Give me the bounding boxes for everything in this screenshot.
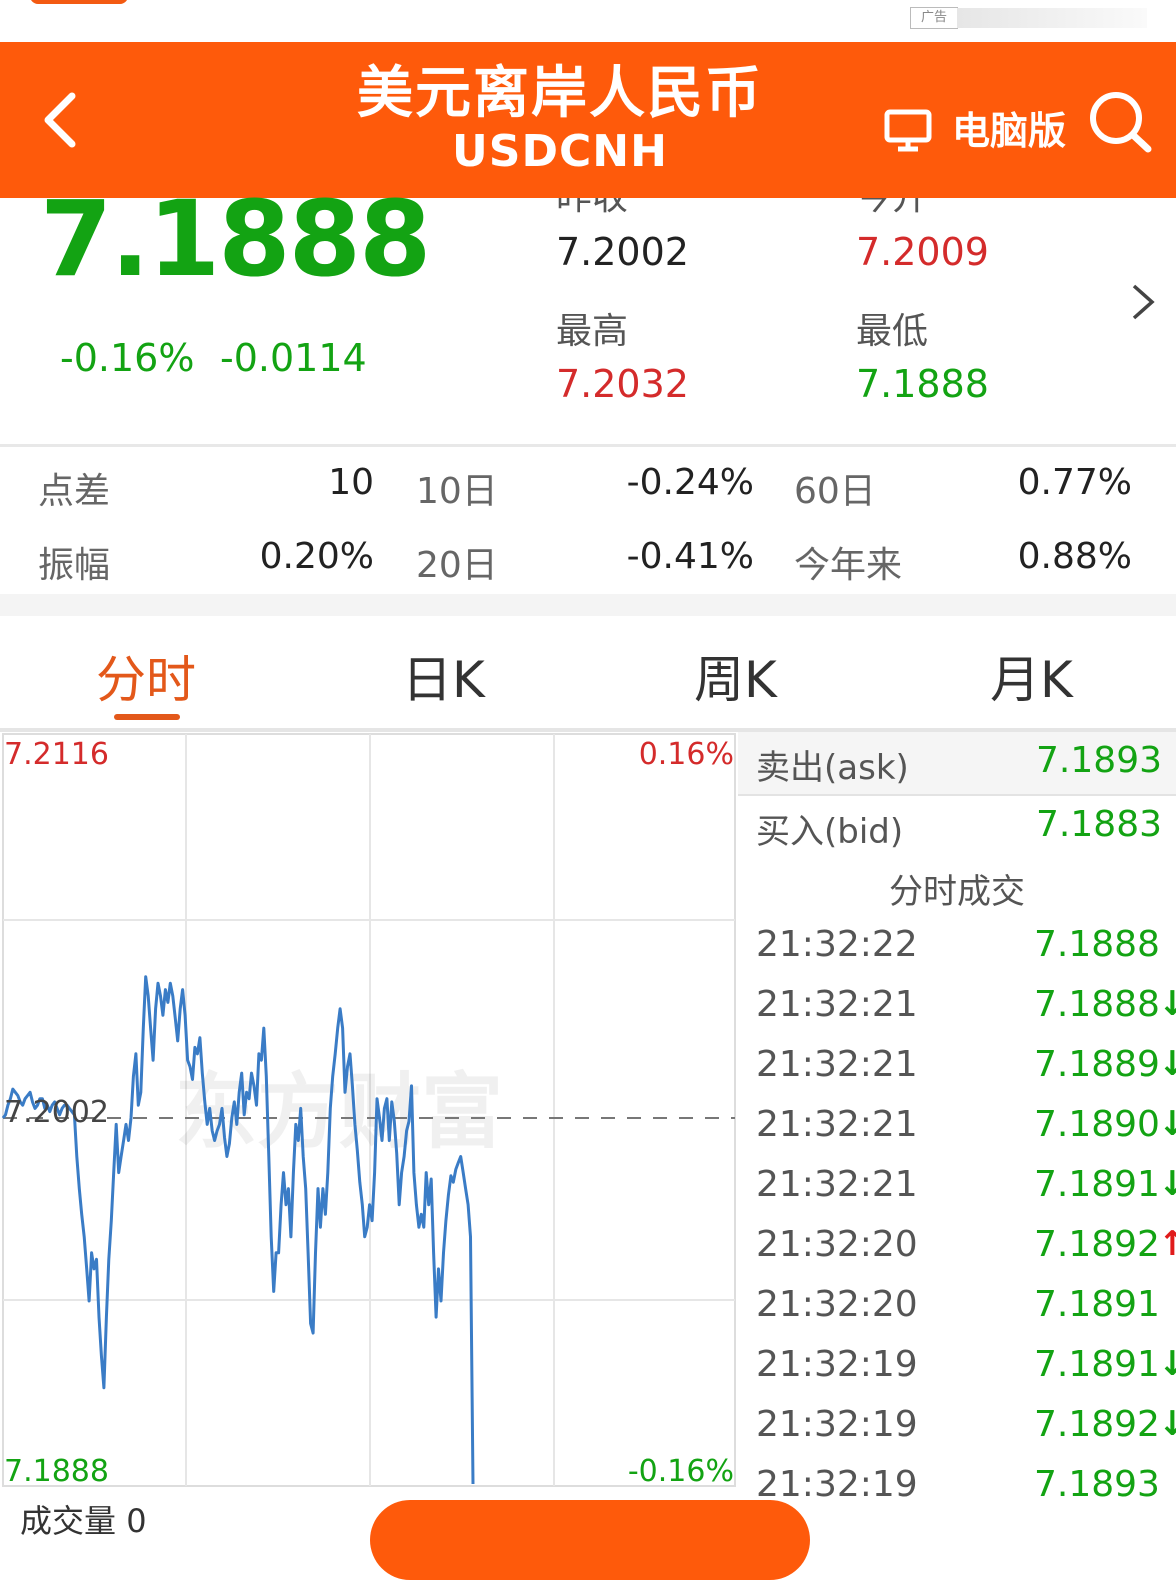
trade-price: 7.1888 bbox=[1034, 924, 1160, 965]
trade-price: 7.1891 bbox=[1034, 1284, 1160, 1325]
ask-label: 卖出(ask) bbox=[756, 748, 909, 788]
y-min-label: 7.1888 bbox=[4, 1454, 109, 1488]
trade-direction-icon: ↓ bbox=[1158, 1404, 1176, 1444]
trade-row: 21:32:22 7.1888 bbox=[738, 924, 1176, 984]
trade-direction-icon: ↑ bbox=[1158, 1224, 1176, 1264]
open-value: 7.2009 bbox=[856, 230, 989, 274]
trade-row: 21:32:19 7.1891 ↓ bbox=[738, 1344, 1176, 1404]
ad-tag: 广告 bbox=[910, 7, 958, 29]
trade-price: 7.1889 bbox=[1034, 1044, 1160, 1085]
quote-side-panel: 卖出(ask) 7.1893 买入(bid) 7.1883 分时成交 21:32… bbox=[738, 732, 1176, 1527]
trade-price: 7.1888 bbox=[1034, 984, 1160, 1025]
pct-max-label: 0.16% bbox=[639, 737, 734, 772]
ask-value: 7.1893 bbox=[1036, 740, 1162, 781]
intraday-chart[interactable]: 东方财富 7.2116 0.16% 7.2002 7.1888 -0.16% bbox=[0, 732, 738, 1489]
d20-value: -0.41% bbox=[626, 536, 754, 577]
spread-value: 10 bbox=[328, 462, 374, 503]
trade-row: 21:32:21 7.1889 ↓ bbox=[738, 1044, 1176, 1104]
d20-label: 20日 bbox=[416, 545, 498, 586]
trade-time: 21:32:20 bbox=[756, 1224, 918, 1265]
ad-banner[interactable] bbox=[957, 8, 1147, 28]
y-mid-label: 7.2002 bbox=[4, 1095, 109, 1130]
d10-label: 10日 bbox=[416, 471, 498, 512]
ad-bar: 广告 bbox=[0, 0, 1176, 42]
trade-row: 21:32:20 7.1891 bbox=[738, 1284, 1176, 1344]
high-value: 7.2032 bbox=[556, 362, 689, 406]
trade-time: 21:32:21 bbox=[756, 1044, 918, 1085]
action-button[interactable] bbox=[370, 1500, 810, 1580]
d60-value: 0.77% bbox=[1017, 462, 1132, 503]
ask-row: 卖出(ask) 7.1893 bbox=[738, 732, 1176, 796]
trades-title: 分时成交 bbox=[889, 872, 1025, 912]
chevron-right-icon[interactable] bbox=[1128, 280, 1158, 324]
trade-time: 21:32:22 bbox=[756, 924, 918, 965]
amplitude-value: 0.20% bbox=[259, 536, 374, 577]
trade-price: 7.1892 bbox=[1034, 1404, 1160, 1445]
trade-price: 7.1891 bbox=[1034, 1164, 1160, 1205]
bid-label: 买入(bid) bbox=[756, 812, 904, 852]
low-label: 最低 bbox=[856, 311, 929, 352]
trade-price: 7.1890 bbox=[1034, 1104, 1160, 1145]
divider bbox=[0, 444, 1176, 447]
volume-value: 0 bbox=[126, 1502, 147, 1540]
trade-row: 21:32:19 7.1892 ↓ bbox=[738, 1404, 1176, 1464]
tab-daily-k[interactable]: 日K bbox=[402, 640, 485, 712]
last-price: 7.1888 bbox=[40, 178, 431, 300]
active-tab-indicator bbox=[114, 714, 180, 720]
change-percent: -0.16% bbox=[60, 336, 195, 380]
trade-time: 21:32:21 bbox=[756, 1164, 918, 1205]
trade-time: 21:32:19 bbox=[756, 1464, 918, 1505]
trade-time: 21:32:21 bbox=[756, 1104, 918, 1145]
trade-row: 21:32:20 7.1892 ↑ bbox=[738, 1224, 1176, 1284]
desktop-version-link[interactable]: 电脑版 bbox=[952, 100, 1066, 155]
spread-label: 点差 bbox=[38, 471, 111, 512]
trade-direction-icon: ↓ bbox=[1158, 1344, 1176, 1384]
trade-time: 21:32:19 bbox=[756, 1404, 918, 1445]
trade-row: 21:32:21 7.1891 ↓ bbox=[738, 1164, 1176, 1224]
trade-time: 21:32:20 bbox=[756, 1284, 918, 1325]
trade-price: 7.1891 bbox=[1034, 1344, 1160, 1385]
amplitude-label: 振幅 bbox=[38, 545, 111, 586]
ad-button[interactable] bbox=[30, 0, 128, 4]
volume-label-text: 成交量 bbox=[20, 1502, 117, 1540]
trade-time: 21:32:21 bbox=[756, 984, 918, 1025]
d60-label: 60日 bbox=[794, 471, 876, 512]
y-max-label: 7.2116 bbox=[4, 737, 109, 772]
low-value: 7.1888 bbox=[856, 362, 989, 406]
trade-direction-icon: ↓ bbox=[1158, 1044, 1176, 1084]
change-value: -0.0114 bbox=[220, 336, 367, 380]
tab-weekly-k[interactable]: 周K bbox=[694, 640, 777, 712]
trade-direction-icon: ↓ bbox=[1158, 1164, 1176, 1204]
pct-min-label: -0.16% bbox=[628, 1454, 734, 1488]
desktop-icon[interactable] bbox=[884, 108, 932, 152]
section-separator bbox=[0, 594, 1176, 616]
trade-direction-icon: ↓ bbox=[1158, 984, 1176, 1024]
chart-canvas: 东方财富 7.2116 0.16% 7.2002 7.1888 -0.16% bbox=[1, 733, 736, 1489]
trade-row: 21:32:19 7.1893 bbox=[738, 1464, 1176, 1524]
volume-label: 成交量 0 bbox=[20, 1496, 147, 1542]
bid-value: 7.1883 bbox=[1036, 804, 1162, 845]
d10-value: -0.24% bbox=[626, 462, 754, 503]
app-header: 美元离岸人民币 USDCNH 电脑版 bbox=[0, 42, 1176, 198]
tab-intraday[interactable]: 分时 bbox=[96, 640, 196, 712]
trade-row: 21:32:21 7.1890 ↓ bbox=[738, 1104, 1176, 1164]
trade-price: 7.1892 bbox=[1034, 1224, 1160, 1265]
search-icon[interactable] bbox=[1086, 88, 1156, 154]
high-label: 最高 bbox=[556, 311, 629, 352]
tab-monthly-k[interactable]: 月K bbox=[990, 640, 1073, 712]
ytd-label: 今年来 bbox=[794, 545, 903, 586]
trade-row: 21:32:21 7.1888 ↓ bbox=[738, 984, 1176, 1044]
trade-time: 21:32:19 bbox=[756, 1344, 918, 1385]
prev-close-value: 7.2002 bbox=[556, 230, 689, 274]
trade-price: 7.1893 bbox=[1034, 1464, 1160, 1505]
trade-direction-icon: ↓ bbox=[1158, 1104, 1176, 1144]
ytd-value: 0.88% bbox=[1017, 536, 1132, 577]
